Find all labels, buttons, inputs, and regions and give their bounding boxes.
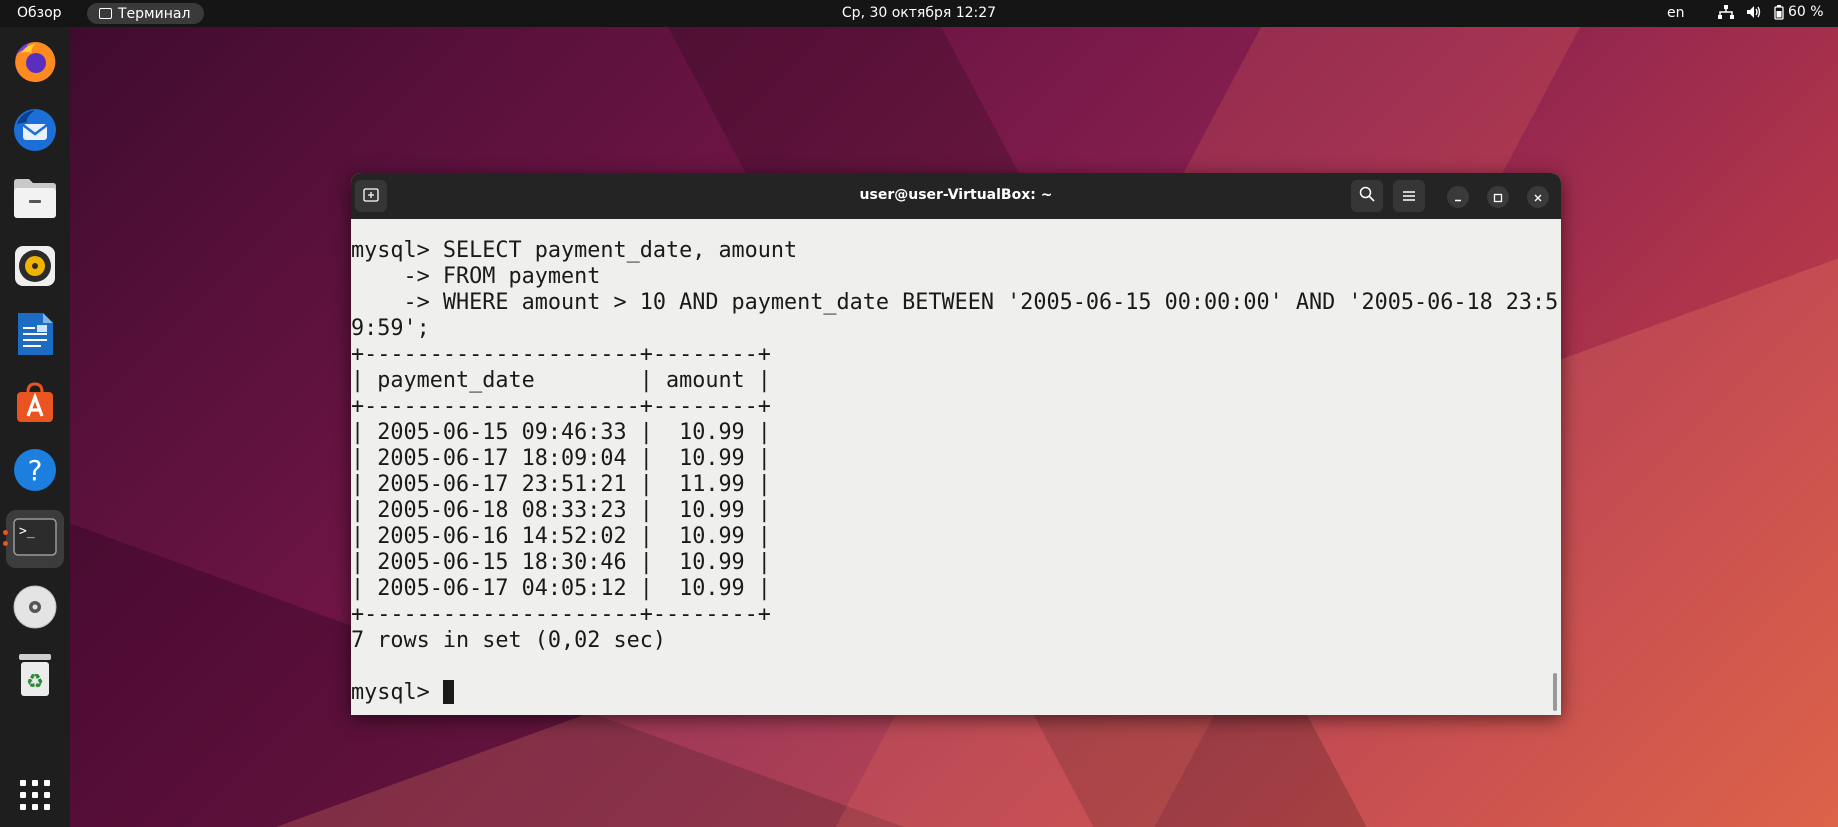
terminal-output[interactable]: mysql> SELECT payment_date, amount -> FR…	[351, 219, 1561, 715]
app-menu-label: Терминал	[118, 5, 191, 22]
table-row: | 2005-06-18 08:33:23 | 10.99 |	[351, 498, 771, 523]
command-continuation: -> FROM payment	[351, 264, 601, 289]
dock-item-rhythmbox[interactable]	[6, 239, 64, 297]
files-icon	[12, 176, 58, 224]
app-center-icon	[13, 380, 57, 428]
trash-icon: ♻	[15, 652, 55, 702]
dock: ? >_ ♻	[0, 27, 70, 827]
maximize-button[interactable]	[1487, 186, 1509, 208]
mysql-prompt: mysql>	[351, 680, 443, 705]
dock-item-firefox[interactable]	[6, 35, 64, 93]
system-status-menu[interactable]: 60 %	[1718, 4, 1824, 20]
minimize-button[interactable]	[1447, 186, 1469, 208]
table-row: | 2005-06-15 18:30:46 | 10.99 |	[351, 550, 771, 575]
running-indicator	[3, 530, 8, 535]
command-continuation: -> WHERE amount > 10 AND payment_date BE…	[351, 290, 1559, 315]
table-row: | 2005-06-17 23:51:21 | 11.99 |	[351, 472, 771, 497]
dock-item-terminal[interactable]: >_	[6, 510, 64, 568]
new-tab-button[interactable]	[355, 180, 387, 212]
scrollbar[interactable]	[1553, 673, 1557, 711]
dock-item-help[interactable]: ?	[6, 443, 64, 501]
terminal-window: user@user-VirtualBox: ~ mysql> SELECT pa…	[351, 173, 1561, 715]
new-tab-icon	[363, 187, 379, 206]
close-icon	[1533, 188, 1543, 207]
help-icon: ?	[12, 447, 58, 497]
dvd-icon	[12, 584, 58, 634]
table-header: | payment_date | amount |	[351, 368, 771, 393]
window-titlebar[interactable]: user@user-VirtualBox: ~	[351, 173, 1561, 219]
clock[interactable]: Ср, 30 октября 12:27	[842, 5, 996, 21]
table-row: | 2005-06-16 14:52:02 | 10.99 |	[351, 524, 771, 549]
result-summary: 7 rows in set (0,02 sec)	[351, 628, 666, 653]
search-button[interactable]	[1351, 180, 1383, 212]
terminal-text: mysql> SELECT payment_date, amount -> FR…	[351, 238, 1558, 706]
svg-text:?: ?	[28, 454, 43, 487]
svg-text:♻: ♻	[26, 669, 44, 693]
minimize-icon	[1453, 188, 1463, 207]
dock-item-thunderbird[interactable]	[6, 103, 64, 161]
table-row: | 2005-06-17 04:05:12 | 10.99 |	[351, 576, 771, 601]
dock-item-app-center[interactable]	[6, 375, 64, 433]
terminal-icon: >_	[13, 518, 57, 560]
libreoffice-writer-icon	[15, 311, 55, 361]
dock-item-trash[interactable]: ♻	[6, 648, 64, 706]
svg-text:>_: >_	[19, 524, 35, 539]
activities-button[interactable]: Обзор	[17, 5, 62, 21]
running-indicator	[3, 541, 8, 546]
menu-button[interactable]	[1393, 180, 1425, 212]
show-apps-icon	[20, 780, 50, 814]
app-menu-button[interactable]: Терминал	[87, 3, 205, 24]
command-line: mysql> SELECT payment_date, amount	[351, 238, 798, 263]
rhythmbox-icon	[13, 244, 57, 292]
maximize-icon	[1493, 188, 1503, 207]
text-cursor	[442, 680, 454, 704]
dock-item-show-apps[interactable]	[6, 768, 64, 826]
dock-item-writer[interactable]	[6, 307, 64, 365]
search-icon	[1359, 186, 1375, 206]
firefox-icon	[12, 39, 58, 89]
table-border: +---------------------+--------+	[351, 602, 771, 627]
table-border: +---------------------+--------+	[351, 394, 771, 419]
close-button[interactable]	[1527, 186, 1549, 208]
dock-item-dvd[interactable]	[6, 580, 64, 638]
dock-item-files[interactable]	[6, 171, 64, 229]
table-row: | 2005-06-15 09:46:33 | 10.99 |	[351, 420, 771, 445]
battery-percent: 60 %	[1788, 4, 1824, 20]
table-border: +---------------------+--------+	[351, 342, 771, 367]
network-icon	[1718, 5, 1734, 19]
hamburger-icon	[1402, 187, 1416, 206]
terminal-small-icon	[99, 8, 112, 19]
battery-icon	[1774, 4, 1784, 20]
volume-icon	[1746, 5, 1762, 19]
top-bar: Обзор Терминал Ср, 30 октября 12:27 en 6…	[0, 0, 1838, 27]
thunderbird-icon	[11, 106, 59, 158]
input-language[interactable]: en	[1667, 5, 1685, 21]
table-row: | 2005-06-17 18:09:04 | 10.99 |	[351, 446, 771, 471]
command-wrap: 9:59';	[351, 316, 430, 341]
